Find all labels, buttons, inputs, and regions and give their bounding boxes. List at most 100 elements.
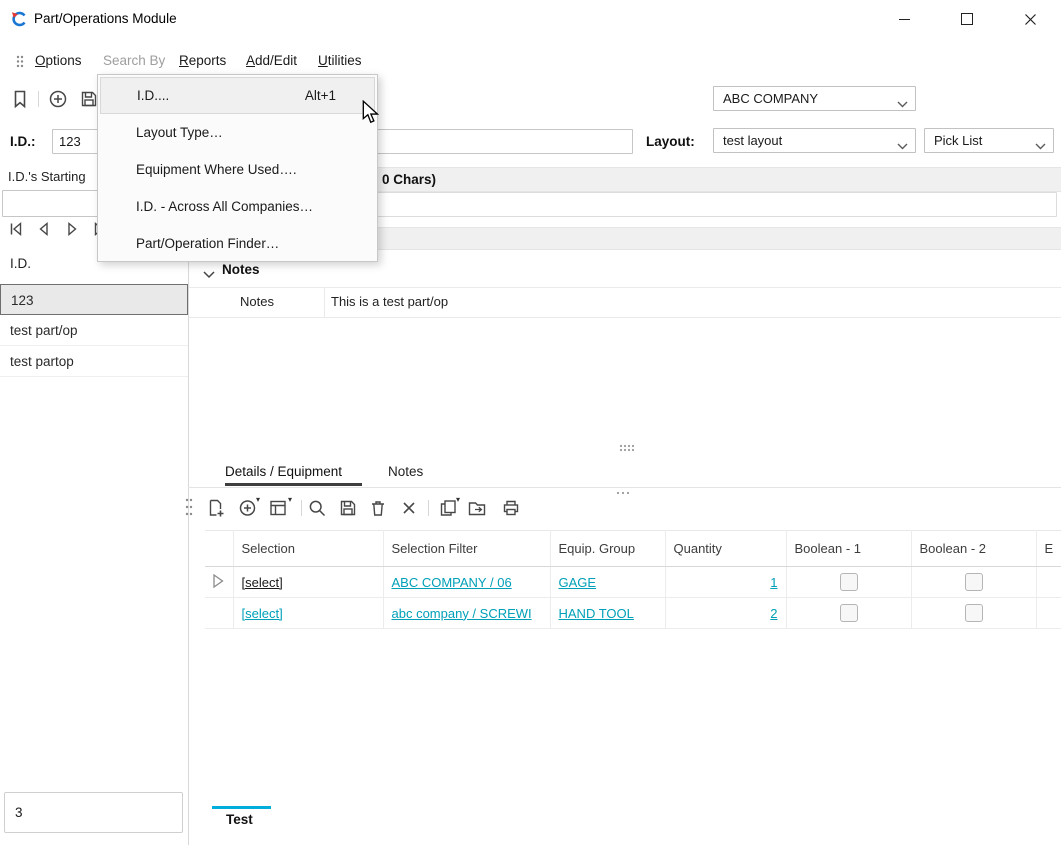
next-record-button[interactable] bbox=[62, 219, 82, 239]
add-row-button[interactable] bbox=[238, 498, 258, 518]
chars-caption: 0 Chars) bbox=[382, 172, 436, 187]
add-dropdown-icon bbox=[238, 498, 258, 518]
overflow-cell bbox=[1036, 567, 1061, 598]
table-row: [select] ABC COMPANY / 06 GAGE 1 bbox=[205, 567, 1061, 598]
id-label: I.D.: bbox=[10, 134, 36, 149]
save-record-button[interactable] bbox=[79, 89, 99, 109]
menubar-grip-icon[interactable] bbox=[16, 55, 24, 71]
menu-add-edit[interactable]: Add/Edit bbox=[246, 48, 297, 74]
quantity-link[interactable]: 1 bbox=[770, 575, 777, 590]
save-row-button[interactable] bbox=[338, 498, 358, 518]
quantity-link[interactable]: 2 bbox=[770, 606, 777, 621]
selection-link[interactable]: [select] bbox=[242, 606, 283, 621]
tab-details-equipment[interactable]: Details / Equipment bbox=[225, 460, 342, 484]
row-selector[interactable] bbox=[205, 598, 233, 629]
record-count: 3 bbox=[4, 792, 183, 833]
current-row-icon bbox=[213, 574, 224, 588]
grid-header[interactable]: E bbox=[1036, 531, 1061, 567]
grid-header[interactable]: Boolean - 2 bbox=[911, 531, 1036, 567]
notes-row-bottom-border bbox=[189, 317, 1061, 318]
grid-header[interactable]: Selection bbox=[233, 531, 383, 567]
equip-group-link[interactable]: HAND TOOL bbox=[559, 606, 634, 621]
search-by-menu: I.D.... Alt+1 Layout Type… Equipment Whe… bbox=[97, 74, 378, 262]
quantity-cell: 1 bbox=[665, 567, 786, 598]
menu-reports[interactable]: Reports bbox=[179, 48, 226, 74]
row-selector[interactable] bbox=[205, 567, 233, 598]
selection-filter-cell: abc company / SCREWI bbox=[383, 598, 550, 629]
layout-view-icon bbox=[268, 498, 288, 518]
copy-rows-button[interactable] bbox=[438, 498, 458, 518]
grid-header[interactable]: Boolean - 1 bbox=[786, 531, 911, 567]
print-button[interactable] bbox=[501, 498, 521, 518]
layout-view-button[interactable] bbox=[268, 498, 288, 518]
maximize-button[interactable] bbox=[944, 0, 990, 38]
chevron-down-icon bbox=[1035, 138, 1046, 153]
notes-field-value[interactable]: This is a test part/op bbox=[331, 294, 448, 309]
layout-label: Layout: bbox=[646, 134, 695, 149]
notes-field-label: Notes bbox=[240, 294, 274, 309]
list-item[interactable]: test part/op bbox=[0, 315, 188, 346]
new-row-button[interactable] bbox=[205, 498, 225, 518]
search-icon bbox=[307, 498, 327, 518]
boolean-2-checkbox[interactable] bbox=[965, 604, 983, 622]
list-item[interactable]: 123 bbox=[0, 284, 188, 315]
delete-row-button[interactable] bbox=[368, 498, 388, 518]
menu-item-part-operation-finder[interactable]: Part/Operation Finder… bbox=[100, 225, 375, 262]
boolean-2-cell bbox=[911, 598, 1036, 629]
search-button[interactable] bbox=[307, 498, 327, 518]
toolbar-separator bbox=[38, 91, 39, 107]
picklist-select-value: Pick List bbox=[934, 129, 982, 152]
window-title: Part/Operations Module bbox=[34, 0, 177, 38]
tab-test[interactable]: Test bbox=[226, 812, 253, 827]
previous-record-icon bbox=[34, 219, 54, 239]
add-record-button[interactable] bbox=[48, 89, 68, 109]
selection-cell: [select] bbox=[233, 598, 383, 629]
menu-options[interactable]: Options bbox=[35, 48, 82, 74]
boolean-2-checkbox[interactable] bbox=[965, 573, 983, 591]
company-select[interactable]: ABC COMPANY bbox=[713, 86, 916, 111]
cancel-icon bbox=[399, 498, 419, 518]
menu-search-by[interactable]: Search By bbox=[103, 48, 165, 74]
close-icon bbox=[1025, 14, 1036, 25]
grid-header[interactable]: Equip. Group bbox=[550, 531, 665, 567]
menu-item-id[interactable]: I.D.... Alt+1 bbox=[100, 77, 375, 114]
tab-notes[interactable]: Notes bbox=[388, 460, 423, 484]
cancel-button[interactable] bbox=[399, 498, 419, 518]
splitter-handle[interactable] bbox=[619, 440, 635, 455]
boolean-1-cell bbox=[786, 567, 911, 598]
layout-select-value: test layout bbox=[723, 129, 782, 152]
export-icon bbox=[467, 498, 487, 518]
grid-header[interactable]: Selection Filter bbox=[383, 531, 550, 567]
list-item[interactable]: test partop bbox=[0, 346, 188, 377]
bookmark-button[interactable] bbox=[10, 89, 30, 109]
close-button[interactable] bbox=[1007, 0, 1053, 38]
notes-section-title: Notes bbox=[222, 262, 260, 277]
dropdown-arrow-icon[interactable]: ▾ bbox=[456, 495, 460, 504]
selection-link[interactable]: [select] bbox=[242, 575, 283, 590]
first-record-button[interactable] bbox=[6, 219, 26, 239]
menu-item-equipment-where-used[interactable]: Equipment Where Used…. bbox=[100, 151, 375, 188]
picklist-select[interactable]: Pick List bbox=[924, 128, 1054, 153]
layout-select[interactable]: test layout bbox=[713, 128, 916, 153]
previous-record-button[interactable] bbox=[34, 219, 54, 239]
selection-filter-link[interactable]: ABC COMPANY / 06 bbox=[392, 575, 512, 590]
dropdown-arrow-icon[interactable]: ▾ bbox=[256, 495, 260, 504]
menu-item-layout-type[interactable]: Layout Type… bbox=[100, 114, 375, 151]
boolean-1-cell bbox=[786, 598, 911, 629]
menu-utilities[interactable]: Utilities bbox=[318, 48, 362, 74]
equip-group-link[interactable]: GAGE bbox=[559, 575, 597, 590]
export-button[interactable] bbox=[467, 498, 487, 518]
selection-filter-link[interactable]: abc company / SCREWI bbox=[392, 606, 532, 621]
chevron-down-icon bbox=[897, 96, 908, 111]
detail-toolbar-grip-icon[interactable] bbox=[185, 497, 193, 520]
menu-item-id-across-all-companies[interactable]: I.D. - Across All Companies… bbox=[100, 188, 375, 225]
dropdown-arrow-icon[interactable]: ▾ bbox=[288, 495, 292, 504]
notes-collapse-button[interactable] bbox=[203, 267, 215, 282]
panel-splitter-handle[interactable] bbox=[616, 484, 630, 499]
minimize-button[interactable] bbox=[881, 0, 927, 38]
delete-icon bbox=[368, 498, 388, 518]
grid-header-selector bbox=[205, 531, 233, 567]
grid-header[interactable]: Quantity bbox=[665, 531, 786, 567]
boolean-1-checkbox[interactable] bbox=[840, 604, 858, 622]
boolean-1-checkbox[interactable] bbox=[840, 573, 858, 591]
